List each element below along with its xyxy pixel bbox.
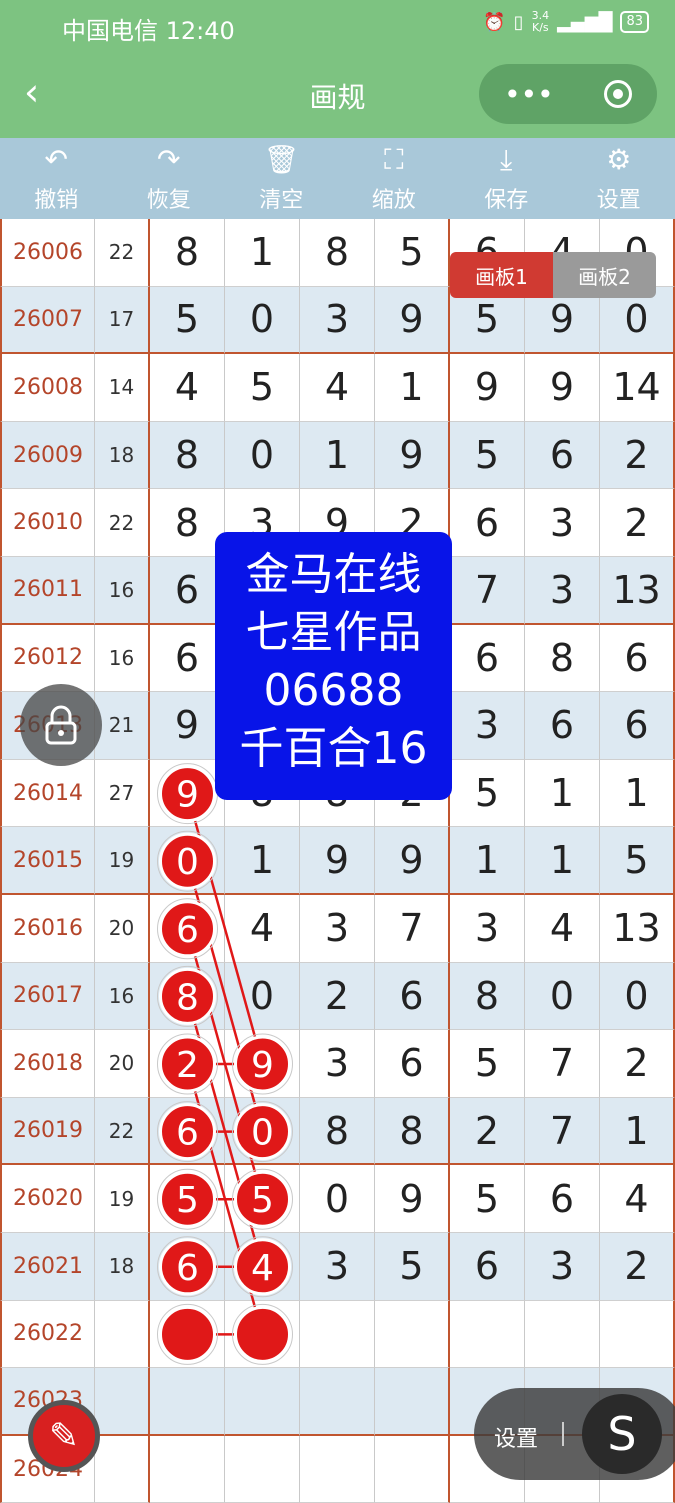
marked-digit[interactable] <box>233 1304 293 1364</box>
floating-toolbar: 设置 S <box>474 1388 675 1480</box>
panel-tabs: 画板1 画板2 <box>450 252 656 298</box>
watermark-box: 金马在线 七星作品 06688 千百合16 <box>215 532 452 800</box>
marked-digit[interactable]: 6 <box>158 1102 218 1162</box>
marked-digit[interactable]: 9 <box>158 764 218 824</box>
mark-digit-label: 0 <box>176 842 199 883</box>
marked-digit[interactable]: 0 <box>233 1102 293 1162</box>
mark-circle <box>161 1307 215 1361</box>
marked-digit[interactable]: 2 <box>158 1034 218 1094</box>
mark-digit-label: 6 <box>176 910 199 951</box>
float-settings-button[interactable]: 设置 <box>494 1421 538 1453</box>
marked-digit[interactable]: 9 <box>233 1034 293 1094</box>
marked-digit[interactable]: 4 <box>233 1237 293 1297</box>
pen-tool-button[interactable]: ✎ <box>28 1400 100 1472</box>
mark-digit-label: 9 <box>176 775 199 816</box>
mark-digit-label: 6 <box>176 1248 199 1289</box>
marked-digit[interactable]: 0 <box>158 831 218 891</box>
marked-digit[interactable]: 5 <box>158 1169 218 1229</box>
mark-digit-label: 2 <box>176 1045 199 1086</box>
marked-digit[interactable]: 6 <box>158 899 218 959</box>
mark-digit-label: 9 <box>251 1045 274 1086</box>
tab-panel-1[interactable]: 画板1 <box>450 252 553 298</box>
s-button[interactable]: S <box>582 1394 662 1474</box>
divider <box>562 1422 564 1446</box>
marked-digit[interactable] <box>158 1304 218 1364</box>
marked-digit[interactable]: 8 <box>158 966 218 1026</box>
mark-circle <box>236 1307 290 1361</box>
tab-panel-2[interactable]: 画板2 <box>553 252 656 298</box>
mark-digit-label: 8 <box>176 977 199 1018</box>
marked-digit[interactable]: 5 <box>233 1169 293 1229</box>
mark-digit-label: 6 <box>176 1113 199 1154</box>
mark-digit-label: 4 <box>251 1248 274 1289</box>
marked-digit[interactable]: 6 <box>158 1237 218 1297</box>
mark-digit-label: 5 <box>176 1180 199 1221</box>
mark-digit-label: 0 <box>251 1113 274 1154</box>
lock-button[interactable] <box>20 684 102 766</box>
pen-icon: ✎ <box>49 1416 79 1457</box>
lock-icon <box>44 705 78 745</box>
mark-digit-label: 5 <box>251 1180 274 1221</box>
